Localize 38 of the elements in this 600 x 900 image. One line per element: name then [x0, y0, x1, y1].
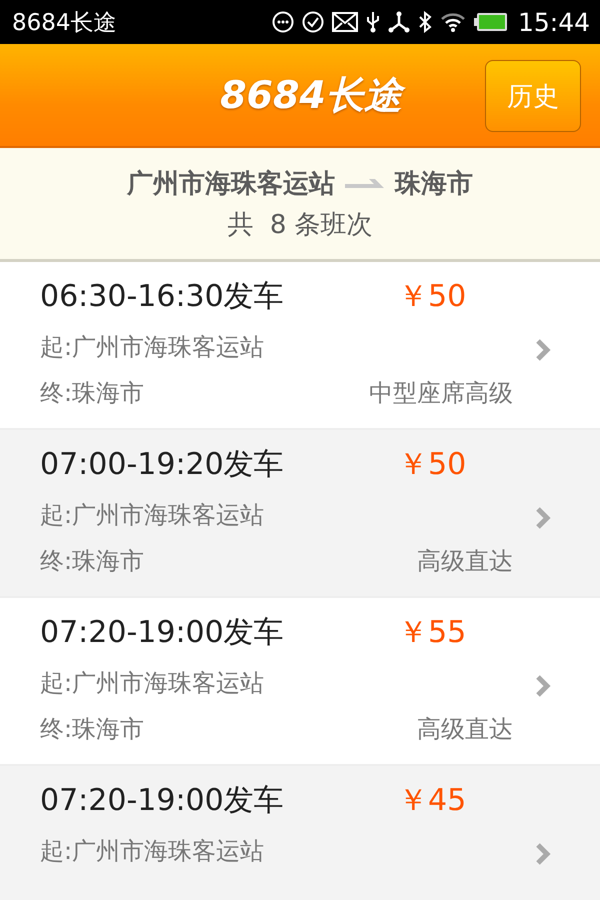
ticket-price: ￥50: [398, 446, 466, 484]
app-name: 8684长途: [12, 8, 117, 38]
departure-time: 07:20-19:00发车: [40, 614, 285, 652]
bus-grade: 高级直达: [417, 714, 513, 745]
more-icon: [272, 11, 294, 33]
bus-grade: 中型座席高级: [369, 378, 513, 409]
end-station: 终:珠海市: [40, 546, 144, 577]
start-station: 起:广州市海珠客运站: [40, 668, 266, 699]
wifi-icon: [440, 11, 466, 33]
start-station: 起:广州市海珠客运站: [40, 836, 266, 867]
end-station: 终:珠海市: [40, 378, 144, 409]
bus-grade: 高级直达: [417, 546, 513, 577]
end-station: 终:珠海市: [40, 714, 144, 745]
ticket-price: ￥50: [398, 278, 466, 316]
departure-time: 07:20-19:00发车: [40, 782, 285, 820]
bluetooth-icon: [418, 11, 432, 33]
origin-station: 广州市海珠客运站: [127, 168, 335, 200]
start-station: 起:广州市海珠客运站: [40, 500, 266, 531]
chevron-right-icon: [535, 338, 551, 362]
ticket-price: ￥55: [398, 614, 466, 652]
start-station: 起:广州市海珠客运站: [40, 332, 266, 363]
chevron-right-icon: [535, 506, 551, 530]
trip-row[interactable]: 07:20-19:00发车 ￥45 起:广州市海珠客运站: [0, 766, 600, 900]
departure-time: 07:00-19:20发车: [40, 446, 285, 484]
clock: 15:44: [518, 8, 590, 36]
destination: 珠海市: [395, 168, 473, 200]
chevron-right-icon: [535, 674, 551, 698]
mail-icon: [332, 12, 358, 32]
ticket-price: ￥45: [398, 782, 466, 820]
usb-icon: [366, 11, 380, 33]
trip-count: 共 8 条班次: [227, 208, 373, 242]
chevron-right-icon: [535, 842, 551, 866]
share-icon: [388, 11, 410, 33]
departure-time: 06:30-16:30发车: [40, 278, 285, 316]
battery-icon: [474, 12, 508, 32]
trip-row[interactable]: 07:00-19:20发车 ￥50 起:广州市海珠客运站 终:珠海市 高级直达: [0, 430, 600, 598]
check-circle-icon: [302, 11, 324, 33]
route-arrow-icon: [345, 177, 385, 189]
